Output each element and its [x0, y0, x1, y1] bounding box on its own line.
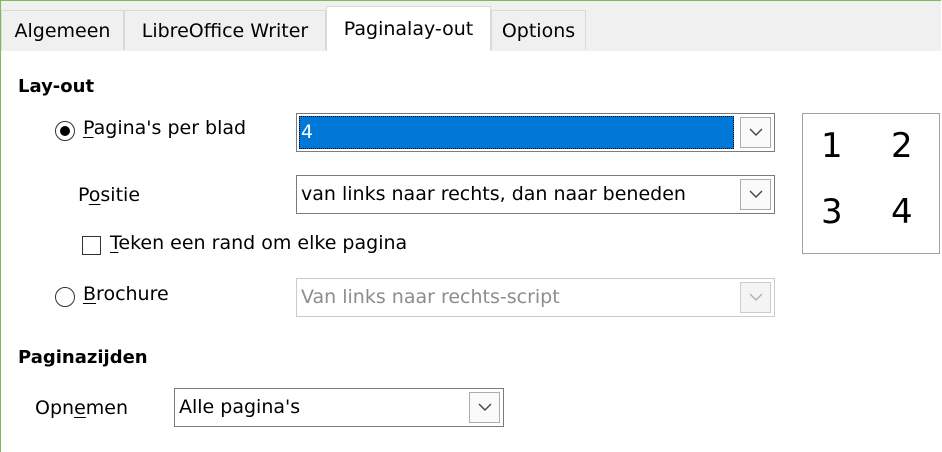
- brochure-label: Brochure: [83, 283, 169, 305]
- tab-options[interactable]: Options: [491, 10, 586, 50]
- chevron-down-icon: [478, 403, 492, 411]
- include-value: Alle pagina's: [179, 396, 301, 418]
- include-dropdown-button[interactable]: [469, 392, 500, 423]
- preview-page-2: 2: [891, 126, 913, 166]
- pages-per-sheet-label: Pagina's per blad: [83, 117, 247, 139]
- pages-per-sheet-value: 4: [299, 116, 734, 149]
- tab-page-layout[interactable]: Paginalay-out: [326, 6, 491, 52]
- layout-heading: Lay-out: [18, 76, 95, 97]
- include-combo[interactable]: Alle pagina's: [174, 388, 504, 427]
- chevron-down-icon: [749, 128, 763, 136]
- position-combo[interactable]: van links naar rechts, dan naar beneden: [296, 175, 775, 214]
- brochure-value: Van links naar rechts-script: [301, 286, 560, 308]
- pages-per-sheet-radio[interactable]: [55, 121, 75, 141]
- brochure-dropdown-button: [740, 282, 771, 313]
- tab-strip: Algemeen LibreOffice Writer Paginalay-ou…: [1, 1, 941, 52]
- tab-general[interactable]: Algemeen: [1, 10, 124, 50]
- position-label: Positie: [78, 184, 141, 206]
- preview-page-1: 1: [821, 126, 843, 166]
- page-layout-panel: Lay-out Pagina's per blad 4 Positie van …: [1, 51, 941, 452]
- draw-border-checkbox[interactable]: [82, 236, 101, 255]
- preview-page-4: 4: [891, 192, 913, 232]
- include-label: Opnemen: [35, 397, 129, 419]
- page-layout-preview: 1 2 3 4: [802, 113, 940, 254]
- position-value: van links naar rechts, dan naar beneden: [301, 183, 686, 205]
- chevron-down-icon: [749, 190, 763, 198]
- pages-per-sheet-dropdown-button[interactable]: [740, 117, 771, 148]
- draw-border-label: Teken een rand om elke pagina: [110, 232, 408, 254]
- brochure-radio[interactable]: [55, 287, 75, 307]
- position-dropdown-button[interactable]: [740, 179, 771, 210]
- pages-per-sheet-combo[interactable]: 4: [296, 113, 775, 152]
- tab-libreoffice-writer[interactable]: LibreOffice Writer: [124, 10, 326, 50]
- brochure-combo: Van links naar rechts-script: [296, 278, 775, 317]
- chevron-down-icon: [749, 293, 763, 301]
- preview-page-3: 3: [821, 192, 843, 232]
- page-sides-heading: Paginazijden: [18, 347, 148, 368]
